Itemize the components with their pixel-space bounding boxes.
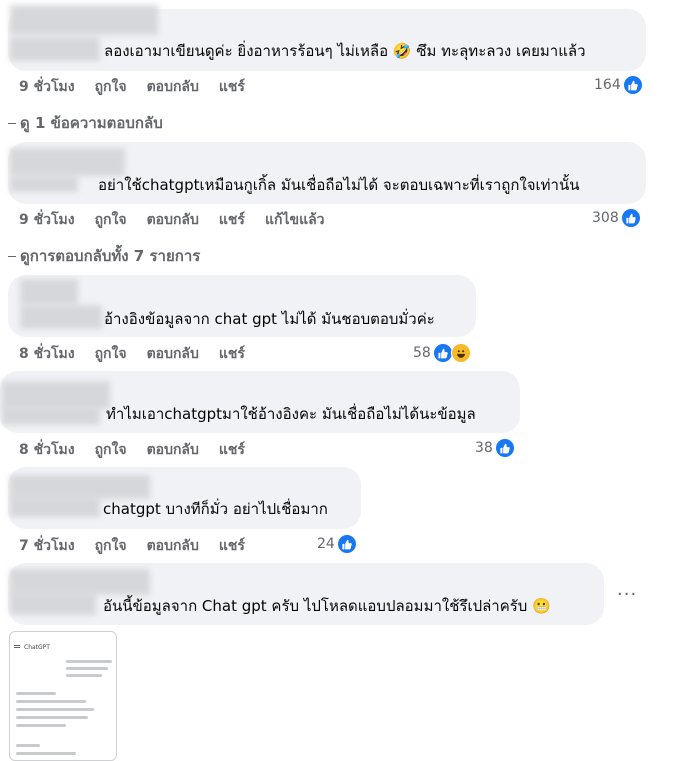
reply-button[interactable]: ตอบกลับ: [147, 346, 199, 362]
comment-time: 8 ชั่วโมง: [19, 442, 75, 458]
like-button[interactable]: ถูกใจ: [95, 538, 127, 554]
comment-time: 9 ชั่วโมง: [19, 79, 75, 95]
reply-button[interactable]: ตอบกลับ: [147, 79, 199, 95]
comment-bubble: อันนี้ข้อมูลจาก Chat gpt ครับ ไปโหลดแอบป…: [8, 563, 604, 625]
blurred-author-name: [10, 37, 100, 61]
like-reaction-icon: [433, 344, 452, 362]
comment-bubble: อย่าใช้chatgptเหมือนกูเกิ้ล มันเชื่อถือไ…: [8, 142, 646, 204]
share-button[interactable]: แชร์: [219, 79, 245, 95]
share-button[interactable]: แชร์: [219, 212, 245, 228]
reply-button[interactable]: ตอบกลับ: [147, 212, 199, 228]
comment-text: อันนี้ข้อมูลจาก Chat gpt ครับ ไปโหลดแอบป…: [103, 597, 551, 615]
comment-actions: 8 ชั่วโมง ถูกใจ ตอบกลับ แชร์: [19, 343, 265, 365]
like-button[interactable]: ถูกใจ: [95, 79, 127, 95]
reaction-number: 164: [594, 77, 621, 93]
reply-button[interactable]: ตอบกลับ: [147, 442, 199, 458]
share-button[interactable]: แชร์: [219, 346, 245, 362]
view-replies-link[interactable]: ดูการตอบกลับทั้ง 7 รายการ: [8, 244, 200, 268]
share-button[interactable]: แชร์: [219, 442, 245, 458]
view-replies-label: ดูการตอบกลับทั้ง 7 รายการ: [20, 247, 201, 265]
like-reaction-icon: [621, 209, 640, 227]
blurred-author-name: [2, 381, 110, 409]
more-options-button[interactable]: ···: [617, 584, 637, 605]
blurred-author-name: [10, 475, 150, 499]
reaction-count[interactable]: 24: [317, 535, 356, 553]
comment-text: ลองเอามาเขียนดูค่ะ ยิ่งอาหารร้อนๆ ไม่เหล…: [104, 42, 586, 60]
comment-actions: 8 ชั่วโมง ถูกใจ ตอบกลับ แชร์: [19, 439, 265, 461]
reaction-number: 24: [317, 536, 335, 552]
like-button[interactable]: ถูกใจ: [95, 346, 127, 362]
blurred-author-name: [10, 176, 78, 192]
image-text-line: [16, 716, 88, 719]
like-reaction-icon: [337, 535, 356, 553]
comment-bubble: อ้างอิงข้อมูลจาก chat gpt ไม่ได้ มันชอบต…: [8, 275, 476, 337]
comment-actions: 9 ชั่วโมง ถูกใจ ตอบกลับ แชร์: [19, 76, 265, 98]
reaction-count[interactable]: 308: [592, 209, 640, 227]
blurred-author-name: [10, 569, 150, 595]
reaction-count[interactable]: 164: [594, 76, 642, 94]
chatgpt-app-title: ChatGPT: [24, 644, 50, 651]
reaction-number: 308: [592, 210, 619, 226]
comment-text: อ้างอิงข้อมูลจาก chat gpt ไม่ได้ มันชอบต…: [104, 310, 435, 328]
image-text-line: [16, 724, 66, 727]
blurred-author-name: [10, 593, 96, 615]
share-button[interactable]: แชร์: [219, 538, 245, 554]
image-text-line: [66, 660, 112, 663]
image-text-line: [16, 752, 76, 755]
menu-icon: [14, 645, 20, 646]
image-text-line: [66, 667, 108, 670]
comment-time: 9 ชั่วโมง: [19, 212, 75, 228]
reaction-number: 38: [475, 440, 493, 456]
comment-text: ทำไมเอาchatgptมาใช้อ้างอิงคะ มันเชื่อถือ…: [106, 405, 476, 423]
image-text-line: [16, 744, 40, 747]
haha-reaction-icon: [450, 343, 471, 363]
reaction-number: 58: [413, 345, 431, 361]
comment-actions: 9 ชั่วโมง ถูกใจ ตอบกลับ แชร์ แก้ไขแล้ว: [19, 209, 345, 231]
reaction-count[interactable]: 38: [475, 439, 514, 457]
blurred-author-name: [10, 497, 100, 517]
blurred-author-name: [10, 5, 158, 35]
like-button[interactable]: ถูกใจ: [95, 442, 127, 458]
image-text-line: [16, 708, 94, 711]
image-text-line: [16, 700, 86, 703]
image-text-line: [66, 674, 102, 677]
blurred-author-name: [20, 305, 102, 329]
blurred-author-name: [2, 407, 100, 425]
comment-time: 8 ชั่วโมง: [19, 346, 75, 362]
blurred-author-name: [10, 148, 125, 176]
comment-bubble: chatgpt บางทีก็มั่ว อย่าไปเชื่อมาก: [8, 467, 361, 529]
comment-bubble: ทำไมเอาchatgptมาใช้อ้างอิงคะ มันเชื่อถือ…: [0, 371, 520, 433]
attached-image-thumbnail[interactable]: ChatGPT: [9, 631, 117, 761]
comment-text: อย่าใช้chatgptเหมือนกูเกิ้ล มันเชื่อถือไ…: [98, 176, 580, 194]
comment-time: 7 ชั่วโมง: [19, 538, 75, 554]
blurred-author-name: [20, 279, 78, 305]
image-text-line: [16, 692, 56, 695]
comment-actions: 7 ชั่วโมง ถูกใจ ตอบกลับ แชร์: [19, 535, 265, 557]
edited-label[interactable]: แก้ไขแล้ว: [265, 212, 325, 228]
comment-bubble: ลองเอามาเขียนดูค่ะ ยิ่งอาหารร้อนๆ ไม่เหล…: [8, 5, 646, 71]
like-button[interactable]: ถูกใจ: [95, 212, 127, 228]
like-reaction-icon: [495, 439, 514, 457]
comment-text: chatgpt บางทีก็มั่ว อย่าไปเชื่อมาก: [103, 500, 328, 518]
like-reaction-icon: [623, 76, 642, 94]
view-replies-link[interactable]: ดู 1 ข้อความตอบกลับ: [8, 111, 163, 135]
reply-button[interactable]: ตอบกลับ: [147, 538, 199, 554]
view-replies-label: ดู 1 ข้อความตอบกลับ: [20, 114, 163, 132]
reaction-count[interactable]: 58: [413, 343, 471, 363]
